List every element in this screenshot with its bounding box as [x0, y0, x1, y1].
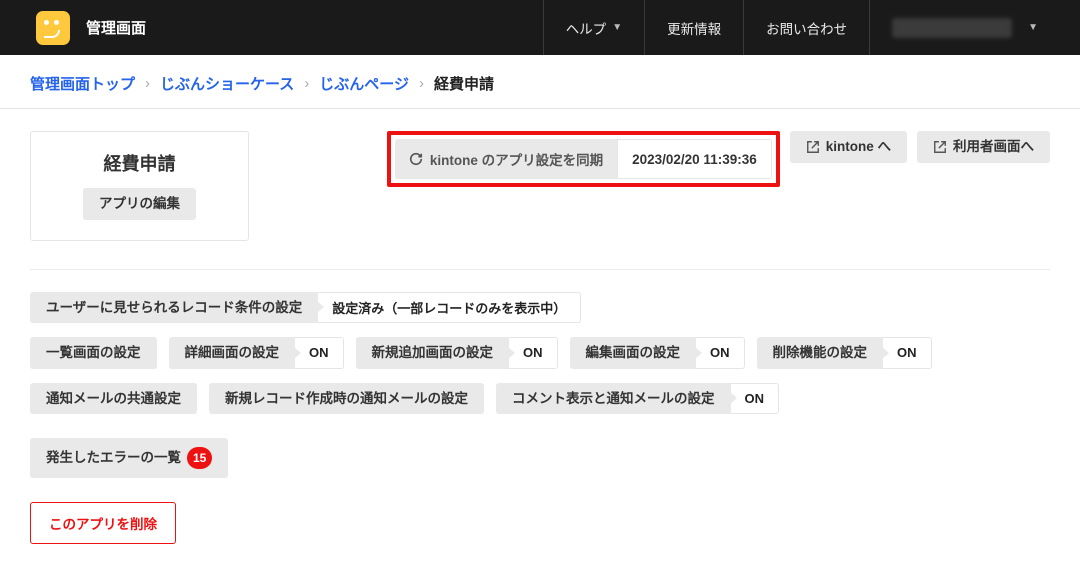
- delete-settings-button[interactable]: 削除機能の設定: [757, 337, 884, 369]
- chevron-down-icon: ▼: [612, 22, 622, 33]
- title-card: 経費申請 アプリの編集: [30, 131, 249, 241]
- delete-app-button[interactable]: このアプリを削除: [30, 502, 176, 544]
- settings-section: ユーザーに見せられるレコード条件の設定 設定済み（一部レコードのみを表示中） 一…: [30, 269, 1050, 545]
- chevron-down-icon: ▼: [1028, 22, 1038, 33]
- delete-status: ON: [883, 337, 932, 369]
- record-condition-status: 設定済み（一部レコードのみを表示中）: [318, 292, 581, 324]
- mail-create-button[interactable]: 新規レコード作成時の通知メールの設定: [209, 383, 484, 415]
- list-settings-button[interactable]: 一覧画面の設定: [30, 337, 157, 369]
- chevron-right-icon: ›: [145, 75, 150, 92]
- sync-timestamp: 2023/02/20 11:39:36: [617, 139, 772, 179]
- head-row: 経費申請 アプリの編集 kintone のアプリ設定を同期 2023/02/20…: [30, 131, 1050, 241]
- crumb-page[interactable]: じぶんページ: [319, 73, 409, 94]
- sync-icon: [409, 152, 423, 166]
- nav-help[interactable]: ヘルプ ▼: [543, 0, 644, 55]
- nav-updates[interactable]: 更新情報: [644, 0, 743, 55]
- to-kintone-button[interactable]: kintone へ: [790, 131, 907, 163]
- mail-comment-button[interactable]: コメント表示と通知メールの設定: [496, 383, 731, 415]
- edit-app-button[interactable]: アプリの編集: [83, 188, 196, 220]
- topbar: 管理画面 ヘルプ ▼ 更新情報 お問い合わせ ▼: [0, 0, 1080, 55]
- edit-settings-button[interactable]: 編集画面の設定: [570, 337, 697, 369]
- row-record-condition: ユーザーに見せられるレコード条件の設定 設定済み（一部レコードのみを表示中）: [30, 292, 1050, 324]
- row-delete-app: このアプリを削除: [30, 502, 1050, 544]
- row-mail: 通知メールの共通設定 新規レコード作成時の通知メールの設定 コメント表示と通知メ…: [30, 383, 1050, 415]
- to-user-screen-button[interactable]: 利用者画面へ: [917, 131, 1050, 163]
- chevron-right-icon: ›: [304, 75, 309, 92]
- detail-settings-button[interactable]: 詳細画面の設定: [169, 337, 296, 369]
- user-name-redacted: [892, 18, 1012, 38]
- row-errors: 発生したエラーの一覧 15: [30, 438, 1050, 478]
- sync-highlight: kintone のアプリ設定を同期 2023/02/20 11:39:36: [387, 131, 780, 187]
- page-title: 経費申請: [83, 150, 196, 176]
- crumb-top[interactable]: 管理画面トップ: [30, 73, 135, 94]
- row-screens: 一覧画面の設定 詳細画面の設定ON 新規追加画面の設定ON 編集画面の設定ON …: [30, 337, 1050, 369]
- mail-common-button[interactable]: 通知メールの共通設定: [30, 383, 197, 415]
- sync-label: kintone のアプリ設定を同期: [430, 149, 603, 169]
- head-actions: kintone のアプリ設定を同期 2023/02/20 11:39:36 ki…: [387, 131, 1050, 187]
- chevron-right-icon: ›: [419, 75, 424, 92]
- nav-help-label: ヘルプ: [566, 18, 607, 38]
- to-kintone-label: kintone へ: [826, 140, 891, 154]
- create-settings-button[interactable]: 新規追加画面の設定: [356, 337, 510, 369]
- crumb-current: 経費申請: [434, 73, 494, 94]
- record-condition-button[interactable]: ユーザーに見せられるレコード条件の設定: [30, 292, 318, 324]
- breadcrumb: 管理画面トップ › じぶんショーケース › じぶんページ › 経費申請: [0, 55, 1080, 109]
- nav-contact[interactable]: お問い合わせ: [743, 0, 869, 55]
- topnav: ヘルプ ▼ 更新情報 お問い合わせ ▼: [543, 0, 1052, 55]
- external-link-icon: [933, 140, 947, 154]
- errors-count-badge: 15: [187, 447, 212, 469]
- errors-label: 発生したエラーの一覧: [46, 451, 181, 465]
- mail-comment-status: ON: [731, 383, 780, 415]
- detail-status: ON: [295, 337, 344, 369]
- external-link-icon: [806, 140, 820, 154]
- record-condition-pill: ユーザーに見せられるレコード条件の設定 設定済み（一部レコードのみを表示中）: [30, 292, 581, 324]
- nav-user[interactable]: ▼: [869, 0, 1052, 55]
- crumb-showcase[interactable]: じぶんショーケース: [160, 73, 294, 94]
- main: 経費申請 アプリの編集 kintone のアプリ設定を同期 2023/02/20…: [0, 109, 1080, 588]
- sync-kintone-button[interactable]: kintone のアプリ設定を同期: [395, 139, 617, 179]
- create-status: ON: [509, 337, 558, 369]
- to-user-label: 利用者画面へ: [953, 140, 1034, 154]
- errors-button[interactable]: 発生したエラーの一覧 15: [30, 438, 228, 478]
- brand-logo: [36, 11, 70, 45]
- edit-status: ON: [696, 337, 745, 369]
- brand-title: 管理画面: [86, 17, 146, 38]
